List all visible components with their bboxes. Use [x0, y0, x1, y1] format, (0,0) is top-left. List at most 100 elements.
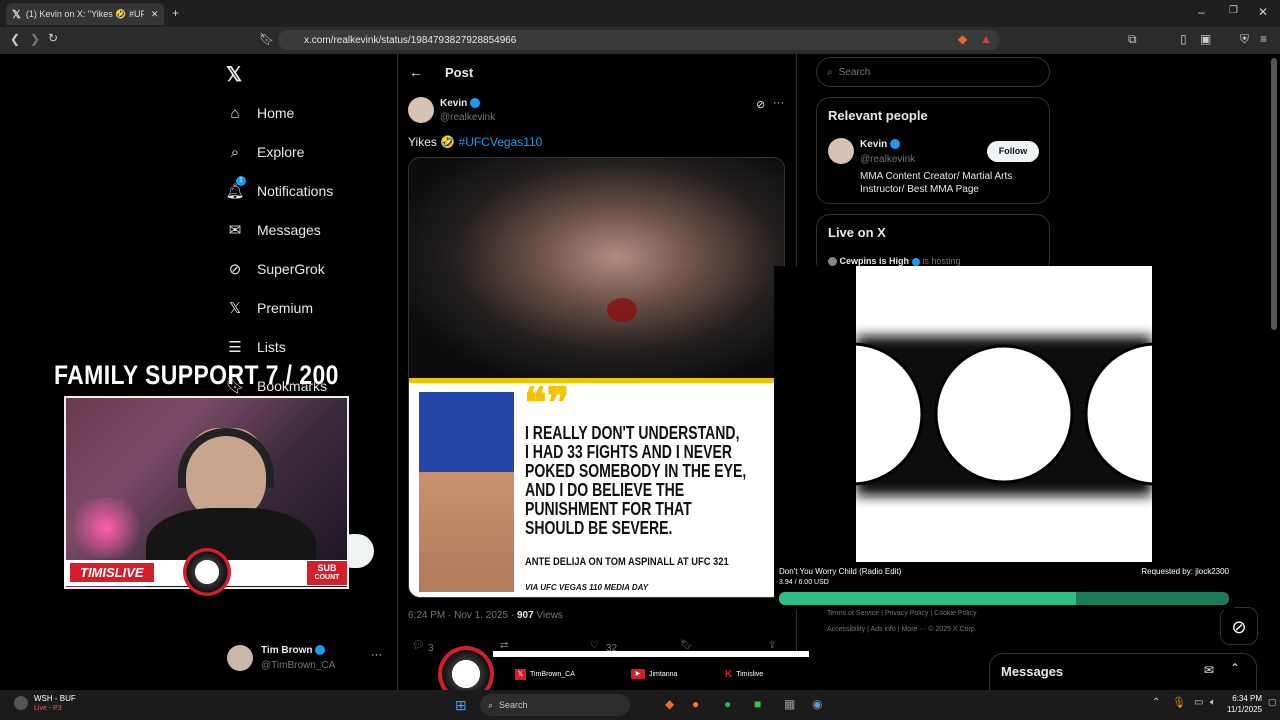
brave-app-icon[interactable]: ◆	[665, 697, 674, 711]
x-logo-icon[interactable]: 𝕏	[226, 62, 242, 87]
visualizer-backdrop	[774, 266, 856, 562]
repost-icon[interactable]: ⇄	[500, 640, 508, 651]
footer-link[interactable]: Privacy Policy	[885, 610, 929, 617]
share-icon[interactable]: ⇪	[768, 640, 776, 651]
sidebar-item-supergrok[interactable]: ⊘ SuperGrok	[227, 258, 333, 280]
sidebar-item-label: Lists	[257, 339, 286, 355]
sidebar-item-explore[interactable]: ⌕ Explore	[227, 141, 333, 163]
footer-link[interactable]: Ads info	[870, 626, 895, 633]
post-image[interactable]: ❝❞ I REALLY DON'T UNDERSTAND, I HAD 33 F…	[408, 157, 785, 598]
grok-float-button[interactable]: ⊘	[1220, 607, 1258, 645]
game-status: Live - P3	[34, 705, 62, 712]
author-handle[interactable]: @realkevink	[440, 112, 495, 123]
column-divider-left	[397, 54, 398, 690]
app-icon[interactable]: ▦	[784, 697, 795, 711]
back-arrow-icon[interactable]: ←	[409, 64, 423, 80]
search-box[interactable]: ⌕ Search	[816, 57, 1050, 87]
avatar[interactable]	[408, 97, 434, 123]
live-host[interactable]: Cewpins is High	[840, 256, 910, 266]
more-icon[interactable]: ···	[371, 649, 382, 661]
spotify-app-icon[interactable]: ●	[724, 697, 731, 711]
notifications-tray-icon[interactable]: ▢	[1268, 697, 1277, 708]
minimize-icon[interactable]: –	[1198, 5, 1205, 19]
audio-visualizer	[856, 266, 1152, 562]
live-panel: Live on X Cewpins is High is hosting	[816, 214, 1050, 274]
x-logo-icon: 𝕏	[228, 300, 242, 317]
bookmark-page-icon[interactable]: 🔖︎	[259, 32, 274, 46]
game-title: WSH - BUF	[34, 694, 76, 703]
author-name[interactable]: Kevin	[440, 98, 467, 109]
clock[interactable]: 6:34 PM 11/1/2025	[1226, 693, 1262, 715]
url-text: x.com/realkevink/status/1984793827928854…	[304, 34, 517, 46]
sidebar-item-label: Messages	[257, 222, 321, 238]
verified-icon	[912, 257, 921, 266]
sidebar-item-messages[interactable]: ✉ Messages	[227, 219, 333, 241]
vpn-icon[interactable]: ⛨	[1240, 32, 1249, 47]
app-icon[interactable]: ■	[754, 697, 761, 711]
blood-detail	[607, 298, 637, 322]
sidebar-item-lists[interactable]: ☰ Lists	[227, 336, 333, 358]
tab-close-icon[interactable]: ✕	[151, 9, 159, 20]
song-title: Don't You Worry Child (Radio Edit)	[779, 567, 902, 576]
footer-link[interactable]: Terms of Service	[827, 610, 879, 617]
x-social-icon: 𝕏	[515, 669, 526, 680]
sidebar-item-premium[interactable]: 𝕏 Premium	[227, 297, 333, 319]
follow-button[interactable]: Follow	[987, 141, 1039, 162]
shield-icon[interactable]: ◆	[958, 32, 967, 46]
quote-attribution: ANTE DELIJA ON TOM ASPINALL AT UFC 321	[525, 556, 729, 568]
like-icon[interactable]: ♡	[590, 640, 599, 651]
reply-count: 3	[428, 643, 434, 654]
post-timestamp[interactable]: 6:24 PM · Nov 1, 2025 ·	[408, 610, 517, 621]
bookmark-icon[interactable]: 🔖︎	[680, 640, 693, 651]
messages-drawer[interactable]: Messages ✉ ⌃	[989, 653, 1257, 690]
firefox-app-icon[interactable]: ●	[692, 697, 699, 711]
footer-link[interactable]: Cookie Policy	[934, 610, 976, 617]
wallet-icon[interactable]: ▣	[1200, 32, 1211, 46]
scrollbar[interactable]	[1271, 58, 1277, 330]
fighter-photo	[409, 158, 784, 378]
account-switcher[interactable]: Tim Brown @TimBrown_CA ···	[227, 643, 387, 675]
back-icon[interactable]: ❮	[10, 32, 20, 46]
avatar[interactable]	[828, 138, 854, 164]
new-tab-icon[interactable]: +	[172, 6, 179, 20]
avatar	[828, 257, 837, 267]
expand-icon[interactable]: ⌃	[1230, 661, 1240, 675]
reply-icon[interactable]: 💬︎	[412, 640, 425, 651]
sidebar-toggle-icon[interactable]: ▯	[1180, 32, 1187, 46]
grok-icon[interactable]: ⊘	[756, 98, 765, 111]
reload-icon[interactable]: ↻	[48, 31, 58, 45]
sidebar-item-notifications[interactable]: 🔔︎ Notifications 1	[225, 176, 333, 202]
forward-icon[interactable]: ❯	[30, 32, 40, 46]
sports-widget[interactable]: WSH - BUF Live - P3	[14, 692, 104, 718]
steam-app-icon[interactable]: ◉	[812, 697, 822, 711]
footer-links: Terms of Service | Privacy Policy | Cook…	[827, 610, 977, 633]
maximize-icon[interactable]: ❐	[1229, 5, 1238, 16]
panel-title: Live on X	[828, 225, 886, 240]
network-icon[interactable]: ▭	[1194, 697, 1203, 708]
hashtag-link[interactable]: #UFCVegas110	[459, 135, 543, 149]
rewards-icon[interactable]: ▲	[980, 32, 992, 46]
tab-strip	[0, 0, 1280, 27]
browser-tab[interactable]: 𝕏 (1) Kevin on X: "Yikes 🤣 #UFCV ✕	[6, 3, 164, 25]
panel-title: Relevant people	[828, 108, 928, 123]
post-text-body: Yikes 🤣	[408, 135, 459, 149]
more-icon[interactable]: ···	[773, 97, 784, 109]
sidebar-item-home[interactable]: ⌂ Home	[227, 102, 333, 124]
count-label: COUNT	[314, 574, 340, 581]
mic-icon[interactable]: 🎙︎	[1172, 696, 1186, 709]
windows-start-icon[interactable]: ⊞	[455, 697, 467, 714]
pink-light	[66, 498, 146, 558]
volume-icon[interactable]: 🔈︎	[1210, 697, 1216, 708]
tray-chevron-icon[interactable]: ⌃	[1152, 697, 1160, 708]
extensions-icon[interactable]: ⧉	[1128, 32, 1137, 47]
taskbar-search[interactable]: ⌕ Search	[480, 694, 630, 716]
new-message-icon[interactable]: ✉	[1204, 663, 1214, 677]
footer-link[interactable]: Accessibility	[827, 626, 865, 633]
address-bar[interactable]: x.com/realkevink/status/1984793827928854…	[278, 30, 1000, 50]
notification-badge: 1	[236, 176, 246, 186]
close-window-icon[interactable]: ✕	[1258, 5, 1268, 19]
person-name[interactable]: Kevin	[860, 139, 887, 150]
footer-link[interactable]: More ···	[901, 626, 926, 633]
menu-icon[interactable]: ≡	[1260, 32, 1267, 46]
verified-icon	[470, 98, 481, 109]
